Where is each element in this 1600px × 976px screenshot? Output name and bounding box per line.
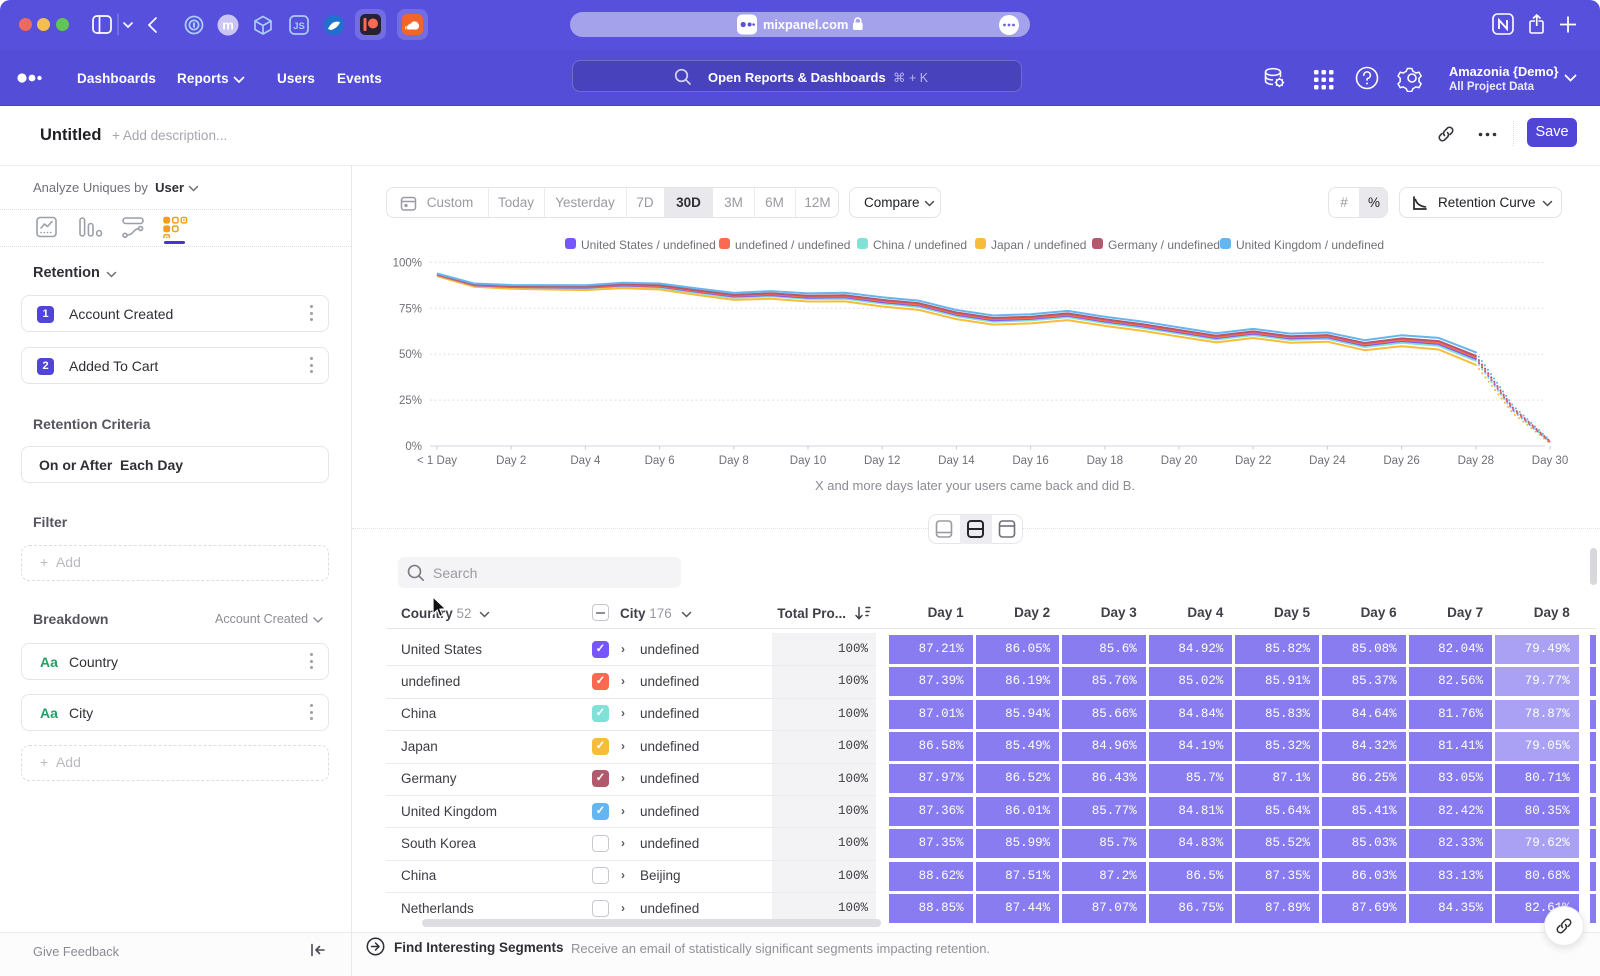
svg-text:Day 22: Day 22 bbox=[1235, 455, 1271, 467]
svg-text:75%: 75% bbox=[399, 303, 422, 315]
svg-text:Day 24: Day 24 bbox=[1309, 455, 1346, 467]
svg-text:Day 28: Day 28 bbox=[1458, 455, 1494, 467]
svg-text:X and more days later your use: X and more days later your users came ba… bbox=[815, 478, 1135, 493]
svg-text:Day 16: Day 16 bbox=[1012, 455, 1048, 467]
svg-text:Day 20: Day 20 bbox=[1161, 455, 1197, 467]
svg-text:Day 30: Day 30 bbox=[1532, 455, 1568, 467]
svg-text:0%: 0% bbox=[405, 441, 422, 453]
svg-text:25%: 25% bbox=[399, 395, 422, 407]
svg-text:Day 10: Day 10 bbox=[790, 455, 826, 467]
svg-text:Day 4: Day 4 bbox=[570, 455, 601, 467]
svg-text:100%: 100% bbox=[393, 257, 422, 269]
svg-text:JS: JS bbox=[293, 21, 305, 32]
svg-text:Day 2: Day 2 bbox=[496, 455, 526, 467]
svg-text:Day 18: Day 18 bbox=[1087, 455, 1123, 467]
svg-text:< 1 Day: < 1 Day bbox=[417, 455, 457, 467]
svg-text:Day 12: Day 12 bbox=[864, 455, 900, 467]
svg-text:Day 6: Day 6 bbox=[645, 455, 675, 467]
svg-text:Day 26: Day 26 bbox=[1383, 455, 1419, 467]
svg-text:50%: 50% bbox=[399, 349, 422, 361]
svg-text:mixpanel.com: mixpanel.com bbox=[763, 17, 848, 32]
svg-text:Day 14: Day 14 bbox=[938, 455, 975, 467]
svg-text:m: m bbox=[222, 18, 234, 33]
svg-text:Day 8: Day 8 bbox=[719, 455, 749, 467]
